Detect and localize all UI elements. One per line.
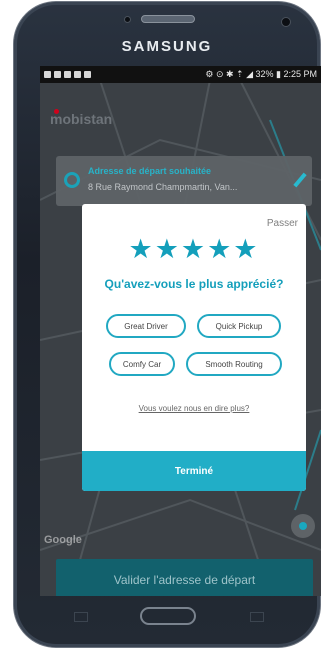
app-logo: mobistan xyxy=(50,111,113,127)
recent-apps-key[interactable] xyxy=(74,612,88,622)
chip-quick-pickup[interactable]: Quick Pickup xyxy=(197,314,281,338)
status-right: ⚙ ⊙ ✱ ⇡ ◢ 32% ▮ 2:25 PM xyxy=(205,69,317,79)
front-camera xyxy=(281,17,291,27)
rating-question: Qu'avez-vous le plus apprécié? xyxy=(104,277,284,291)
done-button[interactable]: Terminé xyxy=(82,451,306,491)
location-pin-icon xyxy=(64,172,80,188)
screen: mobistan Adresse de départ souhaitée 8 R… xyxy=(40,66,321,596)
back-key[interactable] xyxy=(250,612,264,622)
chip-great-driver[interactable]: Great Driver xyxy=(106,314,186,338)
device-brand: SAMSUNG xyxy=(121,38,213,55)
rating-modal: Passer ★★★★★ Qu'avez-vous le plus appréc… xyxy=(82,204,306,491)
settings-icon xyxy=(54,71,61,78)
tell-more-link[interactable]: Vous voulez nous en dire plus? xyxy=(82,404,306,413)
chat-icon xyxy=(84,71,91,78)
image-icon xyxy=(44,71,51,78)
notification-icons xyxy=(44,71,91,78)
edit-pencil-icon[interactable] xyxy=(293,172,307,188)
app-icon xyxy=(74,71,81,78)
departure-address-card[interactable]: Adresse de départ souhaitée 8 Rue Raymon… xyxy=(56,156,312,206)
address-title: Adresse de départ souhaitée xyxy=(88,166,212,176)
google-attribution: Google xyxy=(44,534,82,546)
chip-comfy-car[interactable]: Comfy Car xyxy=(109,352,175,376)
validate-departure-button[interactable]: Valider l'adresse de départ xyxy=(56,559,313,596)
star-rating[interactable]: ★★★★★ xyxy=(82,234,306,265)
my-location-button[interactable] xyxy=(291,514,315,538)
mail-icon xyxy=(64,71,71,78)
skip-link[interactable]: Passer xyxy=(267,218,298,229)
phone-frame: SAMSUNG mobistan Adresse de départ souha… xyxy=(14,2,321,647)
status-bar: ⚙ ⊙ ✱ ⇡ ◢ 32% ▮ 2:25 PM xyxy=(40,66,321,83)
home-button[interactable] xyxy=(140,607,196,625)
sensor xyxy=(124,16,131,23)
address-line: 8 Rue Raymond Champmartin, Van... xyxy=(88,182,238,192)
chip-smooth-routing[interactable]: Smooth Routing xyxy=(186,352,282,376)
earpiece-speaker xyxy=(141,15,195,23)
